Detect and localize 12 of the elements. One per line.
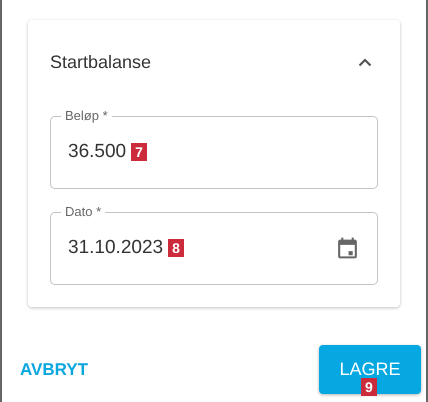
step-badge: 9 bbox=[361, 378, 377, 396]
step-badge: 7 bbox=[131, 143, 147, 161]
step-badge: 8 bbox=[168, 239, 184, 257]
input-field[interactable]: Beløp * 36.500 7 bbox=[50, 108, 378, 189]
chevron-icon[interactable] bbox=[358, 58, 372, 66]
calendar-icon[interactable] bbox=[335, 235, 360, 261]
section-title: Startbalanse bbox=[50, 52, 152, 72]
field-value: 31.10.2023 bbox=[68, 237, 164, 259]
field-value: 36.500 bbox=[68, 141, 126, 163]
field-label: Dato * bbox=[64, 204, 102, 220]
field-label: Beløp * bbox=[64, 108, 109, 124]
input-field[interactable]: Dato * 31.10.2023 8 bbox=[50, 204, 378, 285]
